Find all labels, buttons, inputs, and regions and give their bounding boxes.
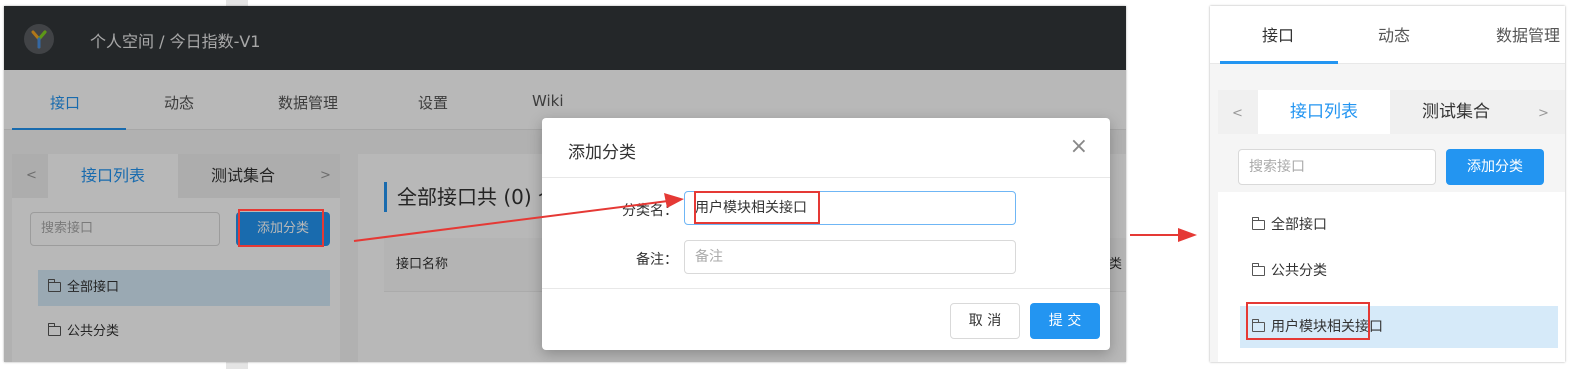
tab-interface[interactable]: 接口 bbox=[1262, 22, 1294, 46]
dialog-footer: 取 消 提 交 bbox=[542, 288, 1110, 350]
add-category-dialog: 添加分类 × 分类名： 用户模块相关接口 备注： 备注 取 消 提 交 bbox=[542, 118, 1110, 350]
folder-open-icon bbox=[1252, 263, 1265, 276]
tab-test-collection[interactable]: 测试集合 bbox=[1390, 90, 1522, 134]
submit-button[interactable]: 提 交 bbox=[1030, 303, 1100, 339]
dialog-header: 添加分类 × bbox=[542, 118, 1110, 178]
left-screenshot: 个人空间 / 今日指数-V1 接口 动态 数据管理 设置 Wiki < 接口列表… bbox=[0, 0, 1130, 369]
tree-item-all[interactable]: 全部接口 bbox=[1240, 204, 1558, 246]
folder-icon bbox=[1252, 217, 1265, 230]
chevron-left-icon[interactable]: < bbox=[1232, 106, 1243, 121]
dialog-title: 添加分类 bbox=[568, 143, 636, 163]
sidebar-tabs: < 接口列表 测试集合 > bbox=[1218, 90, 1565, 134]
project-tabs: 接口 动态 数据管理 bbox=[1210, 6, 1565, 64]
add-category-button[interactable]: 添加分类 bbox=[1446, 149, 1544, 185]
search-input[interactable]: 搜索接口 bbox=[1238, 149, 1436, 185]
tree-item-public[interactable]: 公共分类 bbox=[1240, 250, 1558, 292]
close-icon[interactable]: × bbox=[1070, 134, 1088, 159]
highlight-add-button bbox=[238, 209, 324, 247]
highlight-new-category bbox=[1246, 302, 1370, 340]
tree-item-label: 全部接口 bbox=[1271, 217, 1327, 233]
tab-data-management[interactable]: 数据管理 bbox=[1496, 22, 1560, 46]
chevron-right-icon[interactable]: > bbox=[1538, 106, 1549, 121]
category-name-label: 分类名： bbox=[622, 203, 678, 219]
tree-item-label: 公共分类 bbox=[1271, 263, 1327, 279]
tab-activity[interactable]: 动态 bbox=[1378, 22, 1410, 46]
highlight-name-value bbox=[694, 191, 820, 224]
app-window: 个人空间 / 今日指数-V1 接口 动态 数据管理 设置 Wiki < 接口列表… bbox=[4, 6, 1126, 362]
note-label: 备注： bbox=[636, 252, 678, 268]
tab-interface-list[interactable]: 接口列表 bbox=[1258, 90, 1390, 134]
right-screenshot: 接口 动态 数据管理 < 接口列表 测试集合 > 搜索接口 添加分类 全部接口 … bbox=[1210, 6, 1565, 362]
cancel-button[interactable]: 取 消 bbox=[950, 303, 1020, 339]
note-input[interactable]: 备注 bbox=[684, 240, 1016, 274]
arrow-head bbox=[1178, 228, 1197, 242]
